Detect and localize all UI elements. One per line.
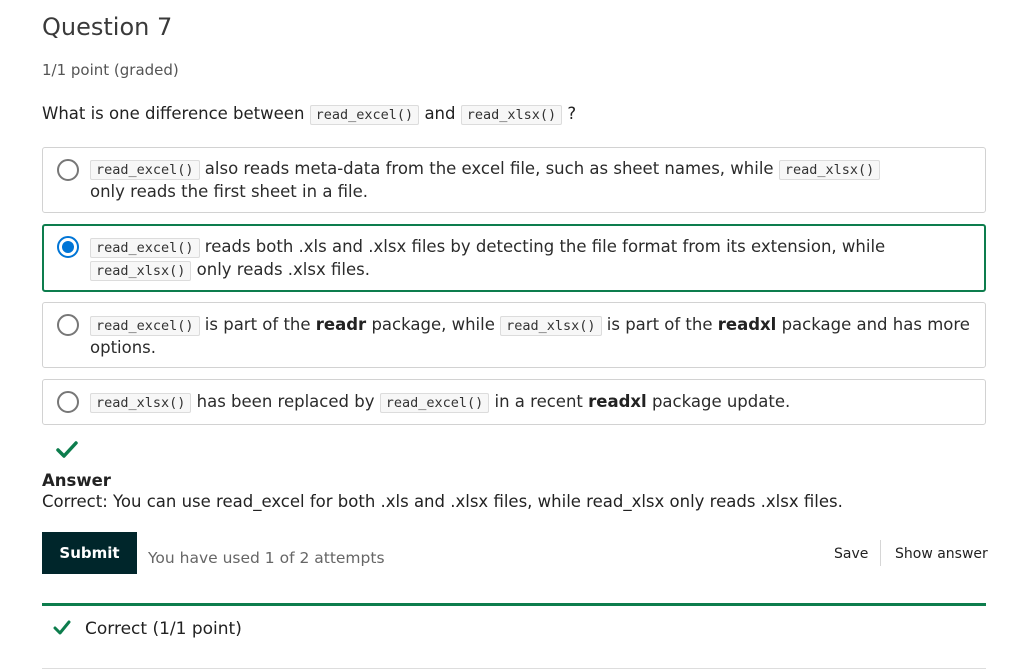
- show-answer-button[interactable]: Show answer: [895, 546, 988, 562]
- question-points: 1/1 point (graded): [42, 61, 179, 79]
- answer-option-1[interactable]: read_excel() also reads meta-data from t…: [42, 147, 986, 213]
- radio-button[interactable]: [57, 391, 79, 413]
- check-icon: [53, 620, 71, 635]
- radio-button-selected[interactable]: [57, 236, 79, 258]
- action-divider: [880, 540, 881, 566]
- submit-button[interactable]: Submit: [42, 532, 137, 574]
- option-label: read_excel() is part of the readr packag…: [90, 315, 970, 357]
- answer-option-3[interactable]: read_excel() is part of the readr packag…: [42, 302, 986, 368]
- answer-option-4[interactable]: read_xlsx() has been replaced by read_ex…: [42, 379, 986, 425]
- question-title: Question 7: [42, 13, 173, 41]
- answer-option-2[interactable]: read_excel() reads both .xls and .xlsx f…: [42, 224, 986, 292]
- check-icon: [56, 441, 78, 458]
- option-label: read_excel() reads both .xls and .xlsx f…: [90, 236, 974, 282]
- question-prompt: What is one difference between read_exce…: [42, 104, 577, 125]
- attempts-counter: You have used 1 of 2 attempts: [148, 549, 385, 567]
- save-button[interactable]: Save: [834, 546, 868, 562]
- notification-text: Correct (1/1 point): [85, 619, 242, 639]
- radio-button[interactable]: [57, 314, 79, 336]
- answer-heading: Answer: [42, 471, 111, 490]
- answer-explanation: Correct: You can use read_excel for both…: [42, 492, 843, 511]
- bottom-divider: [42, 668, 986, 669]
- option-label: read_xlsx() has been replaced by read_ex…: [90, 391, 975, 414]
- option-label: read_excel() also reads meta-data from t…: [90, 158, 975, 203]
- code-read-xlsx: read_xlsx(): [460, 105, 563, 125]
- radio-button[interactable]: [57, 159, 79, 181]
- code-read-excel: read_excel(): [309, 105, 420, 125]
- notification-bar: [42, 603, 986, 606]
